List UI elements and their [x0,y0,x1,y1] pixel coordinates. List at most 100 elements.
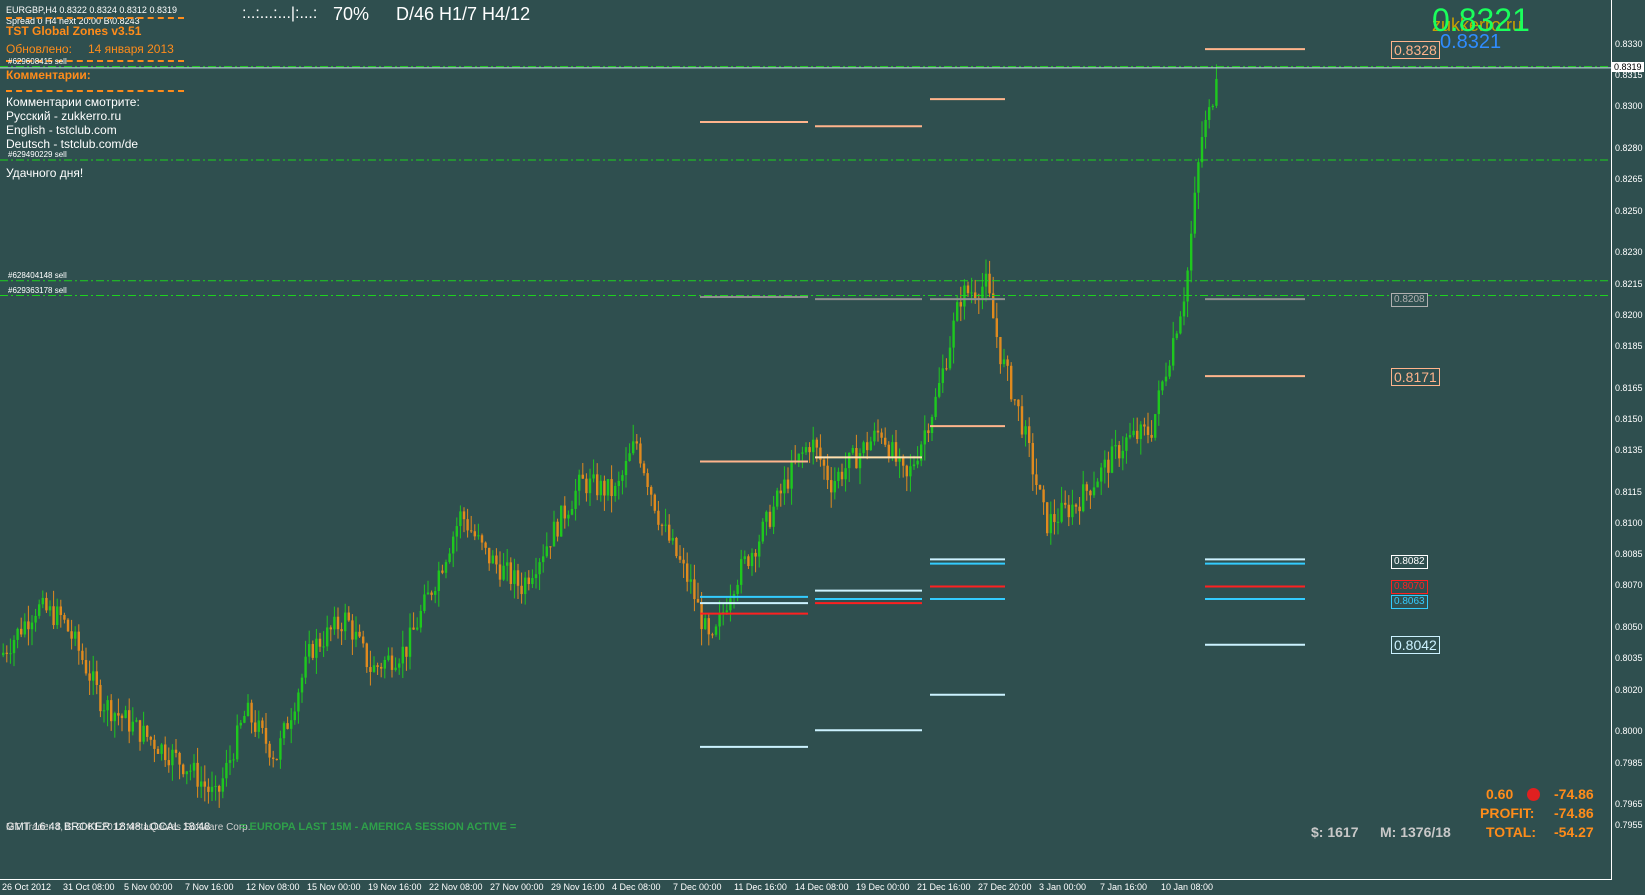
candle-body [1082,484,1085,512]
candle-body [934,396,937,417]
candle-body [56,606,59,626]
candle-body [675,537,678,557]
candle-body [999,337,1002,365]
candle-body [333,616,336,630]
candle-body [282,723,286,739]
candle-body [74,631,77,639]
candle-body [2,652,5,656]
link-russian[interactable]: Русский - zukkerro.ru [6,109,121,123]
candle-body [945,368,948,370]
candle-body [232,759,235,761]
candle-body [1010,365,1013,400]
candle-body [502,565,505,580]
time-tick: 7 Jan 16:00 [1100,882,1148,892]
candle-body [380,666,383,669]
candle-body [77,631,80,651]
candle-body [844,468,847,480]
candle-body [840,471,844,480]
lots-pl: -74.86 [1554,786,1594,802]
candle-body [110,700,113,722]
candle-body [1208,107,1211,120]
candle-body [988,273,991,294]
candle-body [1085,484,1088,491]
candle-body [801,452,804,454]
price-axis[interactable]: 0.8330 0.8315 0.8300 0.8280 0.8265 0.8250 0.82… [1611,0,1645,880]
time-tick: 19 Dec 00:00 [856,882,910,892]
candle-body [1074,504,1078,507]
price-tick: 0.8185 [1615,340,1643,351]
farewell-text: Удачного дня! [6,166,84,180]
time-tick: 10 Jan 08:00 [1161,882,1214,892]
candle-body [1035,474,1038,486]
candle-body [358,631,361,637]
candle-body [153,739,156,749]
candle-body [1078,506,1081,512]
candle-body [1064,502,1067,505]
candle-body [5,652,8,654]
link-english[interactable]: English - tstclub.com [6,123,117,137]
candle-body [1136,430,1139,440]
candle-body [1046,502,1049,534]
candle-body [477,535,480,537]
loss-indicator-icon [1527,788,1540,801]
candle-body [84,659,88,674]
candle-body [419,610,422,628]
timeframe-counts: D/46 H1/7 H4/12 [396,4,531,24]
candle-body [113,713,116,722]
candle-body [570,508,574,515]
candle-body [192,762,196,771]
candle-body [527,577,530,585]
candle-body [462,511,466,520]
candle-body [524,577,527,595]
candle-body [927,430,930,434]
candle-body [405,646,408,657]
candle-body [516,570,520,586]
candle-body [200,781,203,787]
candle-body [729,598,732,611]
candle-body [804,447,808,453]
sell-order-tag[interactable]: #628404148 sell [8,271,67,280]
candle-body [873,430,876,442]
candle-body [95,671,98,685]
sell-order-tag[interactable]: #629608415 sell [8,57,67,66]
session-status: = EUROPA LAST 15M - AMERICA SESSION ACTI… [240,821,517,833]
candle-body [236,725,239,760]
candle-body [1200,137,1204,163]
candle-body [862,442,865,454]
candle-body [1161,381,1164,391]
candle-body [59,606,62,615]
candle-body [952,320,955,348]
candle-body [700,602,703,630]
mt4-chart-window[interactable]: EURGBP,H4 0.8322 0.8324 0.8312 0.8319 Sp… [0,0,1645,894]
level-label: 0.8208 [1391,292,1428,307]
candle-body [48,606,52,611]
sell-order-tag[interactable]: #629490229 sell [8,150,67,159]
candle-body [567,514,570,519]
price-tick: 0.7955 [1615,820,1643,830]
candle-body [318,638,322,647]
candle-body [1053,514,1056,523]
time-axis[interactable]: 26 Oct 2012 31 Oct 08:00 5 Nov 00:00 7 Nov … [0,879,1611,895]
candle-body [1092,487,1096,496]
candle-body [635,441,638,444]
candle-body [459,511,462,527]
candle-body [617,480,620,486]
candle-body [574,490,577,509]
link-deutsch[interactable]: Deutsch - tstclub.com/de [6,137,138,151]
candle-body [1031,442,1034,475]
sell-order-tag[interactable]: #629363178 sell [8,286,67,295]
candle-body [509,562,512,584]
candle-body [660,524,664,526]
candle-body [588,478,592,494]
candle-body [257,720,260,732]
price-tick: 0.8135 [1615,445,1643,456]
time-tick: 26 Oct 2012 [2,882,52,892]
candle-body [624,461,628,476]
candle-body [171,749,174,766]
candle-body [261,720,264,728]
candle-body [369,667,372,672]
candle-body [905,465,908,477]
candle-body [92,671,95,681]
candle-body [315,638,318,658]
price-chart[interactable] [0,0,1611,879]
